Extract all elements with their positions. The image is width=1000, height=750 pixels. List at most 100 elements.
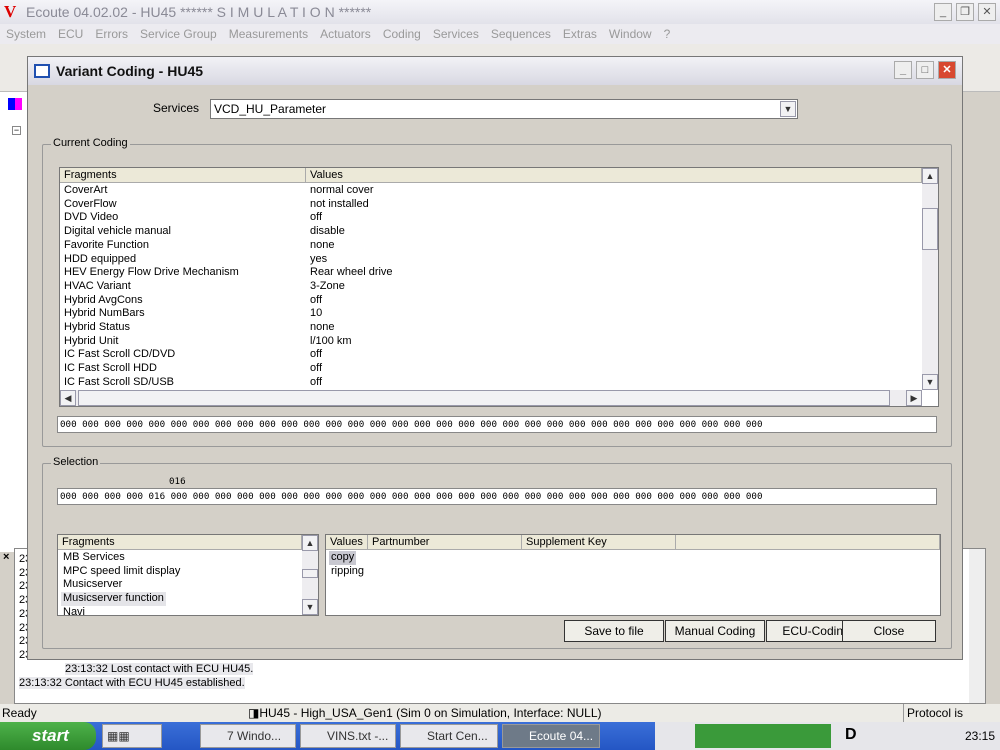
menu-item-ecu[interactable]: ECU — [58, 24, 83, 44]
table-row[interactable]: Hybrid AvgCons off — [60, 294, 922, 308]
table-row[interactable]: Digital vehicle manual disable — [60, 225, 922, 239]
scroll-right-icon[interactable]: ▶ — [906, 390, 922, 406]
fragment-value: not installed — [310, 197, 369, 210]
menu-item-services[interactable]: Services — [433, 24, 479, 44]
menu-item-measurements[interactable]: Measurements — [229, 24, 308, 44]
fragment-value: Rear wheel drive — [310, 266, 393, 279]
menu-item-[interactable]: ? — [664, 24, 671, 44]
fragment-name: HVAC Variant — [64, 279, 131, 292]
table-row[interactable]: Hybrid NumBars 10 — [60, 307, 922, 321]
keyboard-icon[interactable]: ▦▦ — [102, 724, 162, 748]
vertical-scrollbar[interactable]: ▲ ▼ — [922, 168, 938, 390]
h-scroll-thumb[interactable] — [78, 390, 890, 406]
menu-item-coding[interactable]: Coding — [383, 24, 421, 44]
table-row[interactable]: HDD equipped yes — [60, 253, 922, 267]
log-scrollbar[interactable] — [969, 549, 985, 703]
table-row[interactable]: DVD Video off — [60, 211, 922, 225]
close-log-icon[interactable]: × — [3, 551, 9, 563]
horizontal-scrollbar[interactable]: ◀ ▶ — [60, 390, 922, 406]
current-coding-hex: 000 000 000 000 000 000 000 000 000 000 … — [57, 416, 937, 433]
fragment-value: 10 — [310, 307, 323, 320]
menu-item-actuators[interactable]: Actuators — [320, 24, 371, 44]
fragment-name: DVD Video — [64, 211, 119, 224]
manual-coding-button[interactable]: Manual Coding — [665, 620, 765, 642]
fragment-value: off — [310, 293, 323, 306]
menu-item-errors[interactable]: Errors — [95, 24, 128, 44]
fragment-list-item[interactable]: MPC speed limit display — [61, 565, 182, 579]
column-header-fragments[interactable]: Fragments — [60, 168, 306, 183]
fragment-value: off — [310, 348, 323, 361]
table-row[interactable]: Favorite Function none — [60, 239, 922, 253]
connection-status: ◨HU45 - High_USA_Gen1 (Sim 0 on Simulati… — [248, 706, 602, 720]
table-row[interactable]: Hybrid Status none — [60, 321, 922, 335]
table-row[interactable]: CoverFlow not installed — [60, 198, 922, 212]
network-icons — [695, 724, 831, 748]
values-list: Values Partnumber Supplement Key copy rip… — [325, 534, 941, 616]
system-tray: D 23:15 — [655, 722, 1000, 750]
start-label: start — [32, 726, 69, 745]
column-header-values[interactable]: Values — [326, 535, 368, 550]
fragment-name: Favorite Function — [64, 238, 149, 251]
menu-item-service-group[interactable]: Service Group — [140, 24, 217, 44]
scroll-up-icon[interactable]: ▲ — [302, 535, 318, 551]
column-header-values[interactable]: Values — [306, 168, 922, 183]
chevron-down-icon[interactable]: ▼ — [780, 101, 796, 117]
connection-text: HU45 - High_USA_Gen1 (Sim 0 on Simulatio… — [259, 706, 602, 720]
dialog-maximize-button[interactable]: □ — [916, 61, 934, 79]
menu-item-sequences[interactable]: Sequences — [491, 24, 551, 44]
fragment-list-item[interactable]: Musicserver function — [61, 592, 166, 606]
status-bar: Ready ◨HU45 - High_USA_Gen1 (Sim 0 on Si… — [0, 704, 1000, 740]
value-list-item[interactable]: copy — [329, 551, 357, 565]
tray-lock-d[interactable]: D — [845, 726, 857, 744]
dialog-minimize-button[interactable]: _ — [894, 61, 912, 79]
table-row[interactable]: Hybrid Unit l/100 km — [60, 335, 922, 349]
app-title: Ecoute 04.02.02 - HU45 ****** S I M U L … — [26, 4, 372, 20]
fragment-list-item[interactable]: Navi — [61, 606, 87, 615]
table-row[interactable]: IC Fast Scroll CD/DVD off — [60, 348, 922, 362]
scroll-down-icon[interactable]: ▼ — [302, 599, 318, 615]
scroll-thumb[interactable] — [922, 208, 938, 250]
task-label: Start Cen... — [427, 729, 488, 743]
close-button[interactable]: Close — [842, 620, 936, 642]
save-to-file-button[interactable]: Save to file — [564, 620, 664, 642]
table-row[interactable]: HEV Energy Flow Drive Mechanism Rear whee… — [60, 266, 922, 280]
fragment-value: none — [310, 321, 335, 333]
table-row[interactable]: IC Fast Scroll HDD off — [60, 362, 922, 376]
fragment-name: Hybrid NumBars — [64, 307, 145, 320]
task-windows[interactable]: 7 Windo... — [200, 724, 296, 748]
column-header-supplement-key[interactable]: Supplement Key — [522, 535, 676, 550]
task-vins[interactable]: VINS.txt -... — [300, 724, 396, 748]
fragments-list: Fragments MB Services MPC speed limit dis… — [57, 534, 319, 616]
collapse-icon[interactable]: − — [12, 126, 21, 135]
close-app-button[interactable]: ✕ — [978, 3, 996, 21]
column-header-partnumber[interactable]: Partnumber — [368, 535, 522, 550]
fragment-value: yes — [310, 252, 328, 265]
menu-item-system[interactable]: System — [6, 24, 46, 44]
task-start-center[interactable]: Start Cen... — [400, 724, 498, 748]
fragments-scrollbar[interactable]: ▲ ▼ — [302, 535, 318, 615]
table-row[interactable]: CoverArt normal cover — [60, 184, 922, 198]
table-row[interactable]: IC Fast Scroll SD/USB off — [60, 376, 922, 390]
app-title-bar: Ecoute 04.02.02 - HU45 ****** S I M U L … — [0, 0, 1000, 24]
dialog-close-button[interactable]: ✕ — [938, 61, 956, 79]
scroll-down-icon[interactable]: ▼ — [922, 374, 938, 390]
scroll-left-icon[interactable]: ◀ — [60, 390, 76, 406]
scroll-thumb[interactable] — [302, 569, 318, 578]
fragments-header[interactable]: Fragments — [58, 535, 302, 550]
minimize-button[interactable]: _ — [934, 3, 952, 21]
start-button[interactable]: start — [0, 722, 96, 750]
dialog-title: Variant Coding - HU45 — [56, 63, 204, 79]
menu-item-extras[interactable]: Extras — [563, 24, 597, 44]
fragment-list-item[interactable]: MB Services — [61, 551, 127, 565]
task-label: 7 Windo... — [227, 729, 282, 743]
scroll-up-icon[interactable]: ▲ — [922, 168, 938, 184]
value-list-item[interactable]: ripping — [329, 565, 366, 579]
menu-item-window[interactable]: Window — [609, 24, 652, 44]
fragment-list-item[interactable]: Musicserver — [61, 578, 124, 592]
restore-button[interactable]: ❐ — [956, 3, 974, 21]
task-ecoute[interactable]: Ecoute 04... — [502, 724, 600, 748]
fragment-name: IC Fast Scroll HDD — [64, 362, 157, 375]
current-coding-label: Current Coding — [51, 137, 130, 149]
table-row[interactable]: HVAC Variant 3-Zone — [60, 280, 922, 294]
services-select[interactable]: VCD_HU_Parameter ▼ — [210, 99, 798, 119]
